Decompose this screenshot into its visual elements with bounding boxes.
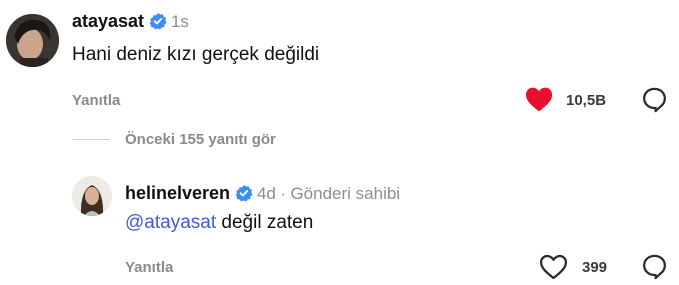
avatar-helinelveren[interactable] — [72, 176, 112, 216]
reply-like-count: 399 — [582, 259, 608, 276]
reply-text: değil zaten — [216, 212, 314, 233]
share-icon[interactable] — [641, 253, 668, 285]
avatar-atayasat[interactable] — [6, 14, 59, 67]
verified-badge-icon — [149, 12, 167, 35]
avatar-photo — [6, 14, 59, 67]
reply-username[interactable]: helinelveren — [125, 183, 230, 203]
reply-mention-link[interactable]: @atayasat — [125, 212, 216, 233]
comment-header: atayasat 1s — [72, 11, 189, 35]
comment-username[interactable]: atayasat — [72, 11, 144, 31]
verified-badge-icon — [235, 184, 253, 207]
reply-time: 4d — [256, 184, 276, 203]
reply-reply-button[interactable]: Yanıtla — [125, 259, 173, 276]
view-previous-replies-link[interactable]: Önceki 155 yanıtı gör — [125, 131, 276, 148]
thread-divider — [73, 139, 110, 140]
author-badge: Gönderi sahibi — [290, 184, 401, 203]
heart-outline-icon[interactable] — [539, 254, 568, 285]
comment-text: Hani deniz kızı gerçek değildi — [72, 44, 320, 65]
comment-like-count: 10,5B — [566, 92, 607, 109]
heart-filled-icon[interactable] — [525, 87, 553, 117]
comment-reply-button[interactable]: Yanıtla — [72, 92, 120, 109]
comment-time: 1s — [170, 12, 189, 31]
share-icon[interactable] — [641, 86, 668, 118]
meta-separator: · — [280, 184, 286, 203]
reply-text-line: @atayasat değil zaten — [125, 212, 313, 234]
reply-header: helinelveren 4d · Gönderi sahibi — [125, 183, 400, 207]
avatar-photo — [72, 176, 112, 216]
